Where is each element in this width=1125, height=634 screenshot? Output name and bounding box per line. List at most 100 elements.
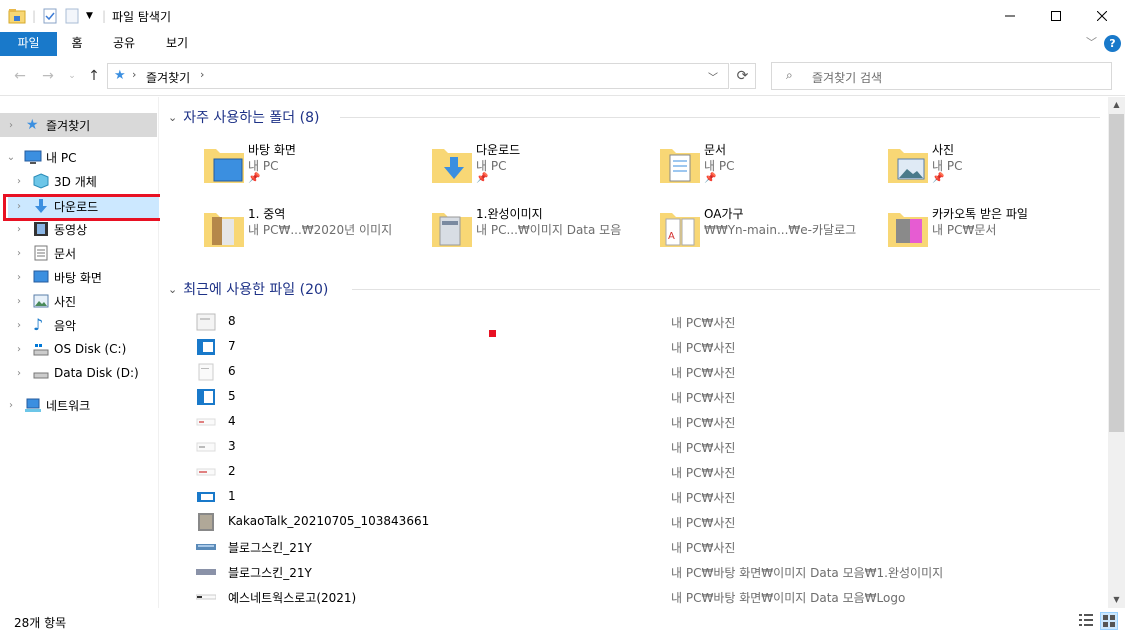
folder-name: 1. 중역 (248, 207, 286, 221)
sidebar-item-drive-d[interactable]: › Data Disk (D:) (0, 361, 159, 385)
sidebar-item-network[interactable]: › 네트워크 (0, 393, 159, 417)
folder-name: 사진 (932, 143, 955, 157)
image-file-icon (196, 594, 216, 600)
document-icon (33, 245, 49, 261)
list-item[interactable]: 4 내 PC₩사진 (196, 409, 1106, 434)
list-item[interactable]: KakaoTalk_20210705_103843661 내 PC₩사진 (196, 509, 1106, 534)
folder-tile[interactable]: 1.완성이미지 내 PC...₩이미지 Data 모음 (428, 205, 648, 261)
list-item[interactable]: 2 내 PC₩사진 (196, 459, 1106, 484)
list-item[interactable]: 5 내 PC₩사진 (196, 384, 1106, 409)
chevron-down-icon[interactable]: ⌄ (168, 283, 177, 296)
tab-share[interactable]: 공유 (103, 32, 145, 56)
desktop-icon (33, 269, 49, 285)
chevron-right-icon[interactable]: › (14, 176, 24, 187)
folder-tile[interactable]: 카카오톡 받은 파일 내 PC₩문서 (884, 205, 1104, 261)
file-path: 내 PC₩사진 (671, 441, 736, 455)
frequent-folders-header[interactable]: ⌄ 자주 사용하는 폴더 (8) (168, 107, 319, 127)
search-box[interactable]: ⌕ 즐겨찾기 검색 (771, 62, 1112, 90)
sidebar-item-pictures[interactable]: › 사진 (0, 289, 159, 313)
tab-home[interactable]: 홈 (57, 32, 97, 56)
folder-tile[interactable]: A OA가구 ₩₩Yn-main...₩e-카달로그 (656, 205, 876, 261)
sidebar-item-label: 네트워크 (46, 398, 91, 413)
customize-toolbar-icon[interactable]: ▼ (86, 0, 93, 32)
sidebar-item-favorites[interactable]: › ★ 즐겨찾기 (0, 113, 157, 137)
chevron-right-icon[interactable]: › (14, 320, 24, 331)
sidebar-item-desktop[interactable]: › 바탕 화면 (0, 265, 159, 289)
recent-locations-icon[interactable]: ⌄ (62, 66, 82, 86)
file-path: 내 PC₩사진 (671, 316, 736, 330)
separator: | (102, 9, 107, 23)
scroll-down-icon[interactable]: ▼ (1108, 592, 1125, 608)
section-title: 자주 사용하는 폴더 (8) (183, 110, 320, 126)
folder-tile[interactable]: 1. 중역 내 PC₩...₩2020년 이미지 (200, 205, 420, 261)
chevron-down-icon[interactable]: ⌄ (168, 111, 177, 124)
chevron-right-icon[interactable]: › (14, 224, 24, 235)
list-item[interactable]: 8 내 PC₩사진 (196, 309, 1106, 334)
sidebar-item-drive-c[interactable]: › OS Disk (C:) (0, 337, 159, 361)
chevron-right-icon[interactable]: › (14, 248, 24, 259)
sidebar-item-label: 음악 (54, 318, 77, 333)
list-item[interactable]: 예스네트웍스로고(2021) 내 PC₩바탕 화면₩이미지 Data 모음₩Lo… (196, 584, 1106, 609)
sidebar-item-3d-objects[interactable]: › 3D 개체 (0, 169, 159, 193)
help-icon[interactable]: ? (1104, 35, 1121, 52)
breadcrumb[interactable]: 즐겨찾기 (146, 69, 190, 86)
folder-tile[interactable]: 문서 내 PC 📌 (656, 141, 876, 197)
list-item[interactable]: 6 내 PC₩사진 (196, 359, 1106, 384)
chevron-right-icon[interactable]: › (14, 296, 24, 307)
refresh-button[interactable]: ⟳ (730, 63, 756, 89)
chevron-right-icon[interactable]: › (6, 120, 16, 131)
explorer-icon[interactable] (8, 0, 26, 32)
close-button[interactable] (1079, 0, 1125, 32)
folder-location: 내 PC (704, 159, 735, 173)
recent-files-header[interactable]: ⌄ 최근에 사용한 파일 (20) (168, 279, 328, 299)
pictures-icon (33, 293, 49, 309)
sidebar-item-music[interactable]: › ♪ 음악 (0, 313, 159, 337)
file-name: 예스네트웍스로고(2021) (228, 591, 357, 605)
image-file-icon (197, 492, 215, 502)
list-item[interactable]: 3 내 PC₩사진 (196, 434, 1106, 459)
pin-icon: 📌 (248, 173, 261, 184)
breadcrumb-chevron-icon: › (132, 68, 137, 81)
sidebar-item-label: 문서 (54, 246, 77, 261)
star-icon: ★ (26, 117, 39, 133)
chevron-down-icon[interactable]: ⌄ (6, 152, 16, 163)
tab-file[interactable]: 파일 (0, 32, 57, 56)
list-item[interactable]: 블로그스킨_21Y 내 PC₩바탕 화면₩이미지 Data 모음₩1.완성이미지 (196, 559, 1106, 584)
folder-tile[interactable]: 다운로드 내 PC 📌 (428, 141, 648, 197)
address-bar[interactable]: ★ › 즐겨찾기 › ﹀ (107, 63, 729, 89)
chevron-right-icon[interactable]: › (14, 368, 24, 379)
file-path: 내 PC₩사진 (671, 391, 736, 405)
breadcrumb-chevron-icon[interactable]: › (200, 68, 204, 81)
new-folder-icon[interactable] (64, 0, 80, 32)
maximize-button[interactable] (1033, 0, 1079, 32)
large-icons-view-icon[interactable] (1100, 612, 1118, 630)
forward-button[interactable]: → (38, 66, 58, 86)
details-view-icon[interactable] (1078, 612, 1094, 628)
list-item[interactable]: 7 내 PC₩사진 (196, 334, 1106, 359)
list-item[interactable]: 블로그스킨_21Y 내 PC₩사진 (196, 534, 1106, 559)
scrollbar-thumb[interactable] (1109, 114, 1124, 432)
scroll-up-icon[interactable]: ▲ (1108, 97, 1125, 113)
file-path: 내 PC₩사진 (671, 491, 736, 505)
back-button[interactable]: ← (10, 66, 30, 86)
chevron-right-icon[interactable]: › (14, 344, 24, 355)
expand-ribbon-icon[interactable]: ﹀ (1086, 34, 1097, 50)
image-file-icon (196, 468, 216, 476)
sidebar-item-this-pc[interactable]: ⌄ 내 PC (0, 145, 159, 169)
folder-tile[interactable]: 사진 내 PC 📌 (884, 141, 1104, 197)
properties-icon[interactable] (42, 0, 58, 32)
computer-icon (24, 149, 42, 165)
chevron-right-icon[interactable]: › (14, 272, 24, 283)
star-icon: ★ (114, 68, 126, 83)
list-item[interactable]: 1 내 PC₩사진 (196, 484, 1106, 509)
tab-view[interactable]: 보기 (155, 32, 199, 56)
up-button[interactable]: ↑ (84, 66, 104, 86)
folder-tile[interactable]: 바탕 화면 내 PC 📌 (200, 141, 420, 197)
search-input[interactable]: 즐겨찾기 검색 (812, 69, 882, 86)
address-dropdown-icon[interactable]: ﹀ (708, 69, 718, 84)
minimize-button[interactable] (987, 0, 1033, 32)
sidebar-item-documents[interactable]: › 문서 (0, 241, 159, 265)
chevron-right-icon[interactable]: › (6, 400, 16, 411)
downloads-folder-icon (432, 149, 472, 183)
divider (340, 117, 1100, 118)
